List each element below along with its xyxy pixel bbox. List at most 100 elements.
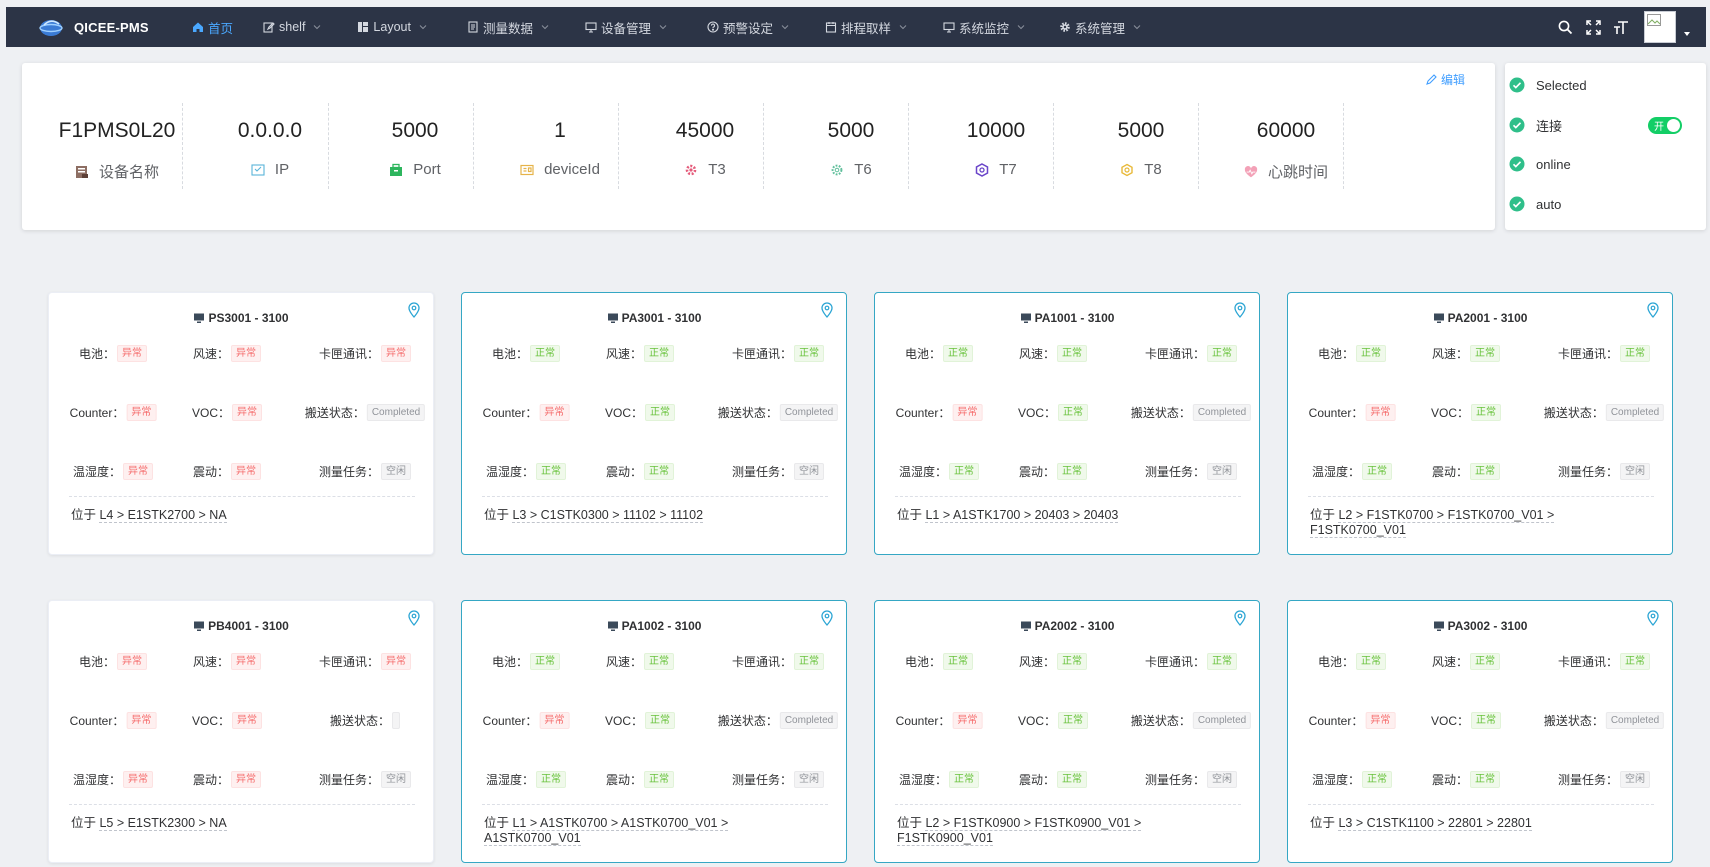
avatar[interactable] — [1644, 11, 1676, 43]
stat-label: IP — [274, 161, 290, 178]
shelf-card[interactable]: PA1001 - 3100 电池： 正常 风速： 正常 卡匣通讯： 正常 Counter： 异常… — [874, 292, 1260, 555]
status-tag: 空闲 — [1620, 463, 1651, 480]
field-counter: Counter： 异常 — [483, 404, 570, 421]
field-label: 温湿度： — [898, 773, 948, 787]
shelf-card[interactable]: PA2001 - 3100 电池： 正常 风速： 正常 卡匣通讯： 正常 Counter： 异常… — [1287, 292, 1673, 555]
location-pin-icon[interactable] — [1646, 302, 1660, 318]
nav-item-2[interactable]: Layout — [357, 7, 427, 47]
field-voc: VOC： 异常 — [192, 712, 263, 729]
field-label: 温湿度： — [485, 465, 535, 479]
nav-item-label: 系统管理 — [1075, 21, 1126, 36]
field-battery: 电池： 正常 — [1317, 345, 1387, 362]
font-size-icon[interactable] — [1612, 18, 1630, 36]
status-row-2: online — [1505, 152, 1706, 176]
location-text: L2 > F1STK0700 > F1STK0700_V01 > — [1338, 508, 1555, 523]
connection-switch[interactable]: 开 — [1648, 116, 1682, 134]
field-vibration: 震动： 正常 — [1432, 463, 1501, 480]
field-card-comm: 卡匣通讯： 正常 — [1558, 345, 1651, 362]
status-tag: 正常 — [1058, 712, 1089, 729]
monitor-icon — [1433, 621, 1444, 631]
status-tag: 异常 — [952, 712, 983, 729]
nav-item-1[interactable]: shelf — [263, 7, 321, 47]
chevron-down-icon — [541, 25, 549, 30]
field-label: 电池： — [1317, 347, 1355, 361]
field-battery: 电池： 正常 — [905, 345, 974, 362]
field-voc: VOC： 正常 — [1018, 404, 1089, 421]
field-label: Counter： — [1308, 714, 1364, 728]
shelf-card[interactable]: PA2002 - 3100 电池： 正常 风速： 正常 卡匣通讯： 正常 Counter： 异常… — [874, 600, 1260, 863]
field-temp: 温湿度： 正常 — [485, 463, 567, 480]
location-pin-icon[interactable] — [407, 302, 421, 318]
field-vibration: 震动： 正常 — [1019, 463, 1088, 480]
shelf-card[interactable]: PA3002 - 3100 电池： 正常 风速： 正常 卡匣通讯： 正常 Counter： 异常… — [1287, 600, 1673, 863]
nav-item-label: 设备管理 — [600, 21, 651, 36]
nav-item-6[interactable]: 排程取样 — [825, 7, 907, 47]
nav-item-7[interactable]: 系统监控 — [943, 7, 1025, 47]
status-row-1: 连接 开 — [1505, 113, 1706, 137]
field-label: 电池： — [78, 655, 116, 669]
stat-label-row: deviceId — [481, 161, 639, 178]
stat-value: 0.0.0.0 — [237, 119, 303, 142]
switch-knob — [1667, 118, 1680, 132]
field-counter: Counter： 异常 — [896, 404, 983, 421]
app-logo[interactable]: QICEE-PMS — [38, 16, 188, 38]
app-title: QICEE-PMS — [74, 19, 149, 35]
location-pin-icon[interactable] — [1233, 610, 1247, 626]
field-label: 温湿度： — [1311, 773, 1361, 787]
stat-value: 5000 — [827, 119, 875, 142]
field-label: 震动： — [1431, 773, 1469, 787]
monitor-icon — [1020, 621, 1031, 631]
nav-item-0[interactable]: 首页 — [192, 7, 233, 47]
location-pin-icon[interactable] — [407, 610, 421, 626]
t3-icon — [684, 163, 698, 177]
field-temp: 温湿度： 正常 — [898, 771, 980, 788]
status-tag: 正常 — [949, 463, 980, 480]
field-label: 卡匣通讯： — [731, 655, 793, 669]
field-transport: 搬送状态： Completed — [1544, 404, 1665, 421]
monitor-icon — [585, 21, 597, 33]
nav-item-4[interactable]: 设备管理 — [585, 7, 667, 47]
status-tag: 异常 — [117, 345, 148, 362]
nav-item-8[interactable]: 系统管理 — [1059, 7, 1141, 47]
location-pin-icon[interactable] — [820, 302, 834, 318]
check-circle-icon — [1509, 156, 1525, 172]
location-pin-icon[interactable] — [1646, 610, 1660, 626]
field-card-comm: 卡匣通讯： 正常 — [1144, 653, 1238, 670]
status-tag: 正常 — [1620, 345, 1651, 362]
shelf-card-title: PS3001 - 3100 — [49, 311, 433, 325]
shelf-card[interactable]: PB4001 - 3100 电池： 异常 风速： 异常 卡匣通讯： 异常 Counter： 异常… — [48, 600, 434, 863]
card-divider — [69, 496, 415, 497]
shelf-card[interactable]: PS3001 - 3100 电池： 异常 风速： 异常 卡匣通讯： 异常 Counter： 异常… — [48, 292, 434, 555]
card-divider — [69, 804, 415, 805]
shelf-name: PA1001 - 3100 — [1034, 311, 1115, 325]
location-pin-icon[interactable] — [1233, 302, 1247, 318]
home-icon — [192, 21, 204, 33]
chevron-down-icon[interactable] — [1682, 29, 1692, 39]
field-label: 温湿度： — [1311, 465, 1361, 479]
shelf-card[interactable]: PA3001 - 3100 电池： 正常 风速： 正常 卡匣通讯： 正常 Counter： 异常… — [461, 292, 847, 555]
fullscreen-icon[interactable] — [1584, 18, 1602, 36]
shelf-card[interactable]: PA1002 - 3100 电池： 正常 风速： 正常 卡匣通讯： 正常 Counter： 异常… — [461, 600, 847, 863]
calendar-icon — [825, 21, 837, 33]
field-label: VOC： — [604, 406, 644, 420]
field-label: Counter： — [482, 714, 538, 728]
field-vibration: 震动： 正常 — [1019, 771, 1088, 788]
chevron-down-icon — [419, 25, 427, 30]
shelf-card-title: PA2001 - 3100 — [1288, 311, 1672, 325]
status-tag: 异常 — [539, 712, 570, 729]
status-tag: 正常 — [1057, 463, 1088, 480]
field-task: 测量任务： 空闲 — [319, 771, 412, 788]
field-label: 卡匣通讯： — [1144, 655, 1206, 669]
shelf-name: PA3002 - 3100 — [1447, 619, 1528, 633]
field-wind: 风速： 正常 — [606, 345, 675, 362]
status-tag: 正常 — [949, 771, 980, 788]
status-tag: 正常 — [644, 653, 675, 670]
edit-button[interactable]: 编辑 — [1426, 71, 1465, 88]
nav-item-3[interactable]: 测量数据 — [467, 7, 549, 47]
status-tag: 空闲 — [1207, 771, 1238, 788]
field-voc: VOC： 正常 — [1431, 712, 1502, 729]
location-pin-icon[interactable] — [820, 610, 834, 626]
nav-item-5[interactable]: 预警设定 — [707, 7, 789, 47]
field-task: 测量任务： 空闲 — [1558, 771, 1651, 788]
search-icon[interactable] — [1556, 18, 1574, 36]
